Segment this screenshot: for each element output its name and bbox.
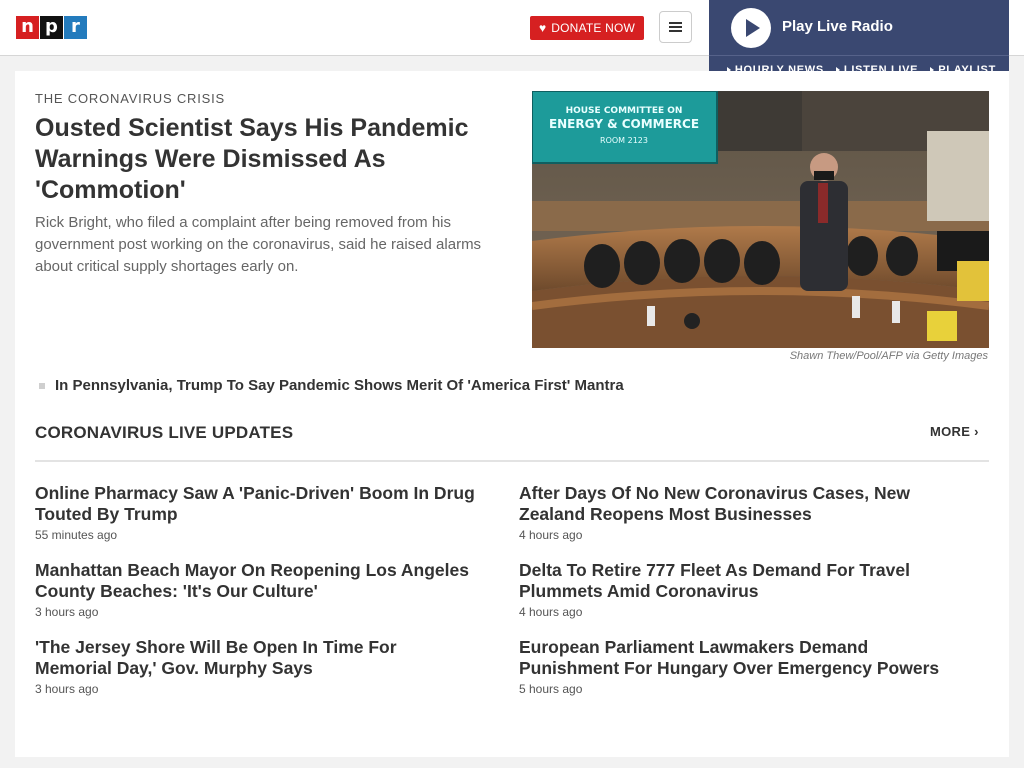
heart-icon: ♥ (538, 21, 547, 35)
hamburger-menu-icon (669, 22, 682, 32)
live-updates-title[interactable]: CORONAVIRUS LIVE UPDATES (35, 423, 293, 443)
donate-label: DONATE NOW (551, 21, 636, 35)
live-update-story[interactable]: European Parliament Lawmakers Demand Pun… (519, 637, 959, 696)
story-timestamp: 5 hours ago (519, 682, 583, 696)
logo-letter-p: p (40, 16, 63, 39)
menu-button[interactable] (659, 11, 692, 43)
main-content-card: THE CORONAVIRUS CRISIS Ousted Scientist … (15, 71, 1009, 757)
logo-letter-r: r (64, 16, 87, 39)
screen-line-1: HOUSE COMMITTEE ON (566, 106, 683, 116)
live-update-story[interactable]: Manhattan Beach Mayor On Reopening Los A… (35, 560, 475, 619)
related-story-link[interactable]: In Pennsylvania, Trump To Say Pandemic S… (35, 377, 624, 394)
radio-divider (709, 55, 1009, 56)
story-timestamp: 3 hours ago (35, 605, 99, 619)
logo-letter-n: n (16, 16, 39, 39)
screen-line-2: ENERGY & COMMERCE (549, 117, 699, 131)
live-update-story[interactable]: Delta To Retire 777 Fleet As Demand For … (519, 560, 959, 619)
story-kicker[interactable]: THE CORONAVIRUS CRISIS (35, 91, 225, 106)
story-timestamp: 55 minutes ago (35, 528, 118, 542)
npr-logo[interactable]: n p r (16, 16, 88, 39)
story-title[interactable]: European Parliament Lawmakers Demand Pun… (519, 637, 959, 679)
live-update-story[interactable]: Online Pharmacy Saw A 'Panic-Driven' Boo… (35, 483, 475, 542)
screen-line-3: ROOM 2123 (600, 136, 648, 145)
photo-credit: Shawn Thew/Pool/AFP via Getty Images (789, 350, 988, 362)
story-title[interactable]: Manhattan Beach Mayor On Reopening Los A… (35, 560, 475, 602)
play-icon[interactable] (731, 8, 771, 48)
story-title[interactable]: 'The Jersey Shore Will Be Open In Time F… (35, 637, 475, 679)
lead-teaser[interactable]: Rick Bright, who filed a complaint after… (35, 212, 495, 278)
story-timestamp: 4 hours ago (519, 605, 583, 619)
section-divider (35, 460, 989, 462)
play-live-radio-label[interactable]: Play Live Radio (782, 18, 893, 35)
live-update-story[interactable]: After Days Of No New Coronavirus Cases, … (519, 483, 959, 542)
story-timestamp: 4 hours ago (519, 528, 583, 542)
related-story-title: In Pennsylvania, Trump To Say Pandemic S… (55, 377, 624, 394)
story-timestamp: 3 hours ago (35, 682, 99, 696)
lead-photo[interactable]: HOUSE COMMITTEE ON ENERGY & COMMERCE ROO… (532, 91, 989, 348)
lead-headline[interactable]: Ousted Scientist Says His Pandemic Warni… (35, 113, 495, 206)
live-update-story[interactable]: 'The Jersey Shore Will Be Open In Time F… (35, 637, 475, 696)
more-link[interactable]: MORE › (930, 424, 979, 439)
story-title[interactable]: Delta To Retire 777 Fleet As Demand For … (519, 560, 959, 602)
story-title[interactable]: After Days Of No New Coronavirus Cases, … (519, 483, 959, 525)
bullet-square-icon (39, 382, 45, 389)
story-title[interactable]: Online Pharmacy Saw A 'Panic-Driven' Boo… (35, 483, 475, 525)
donate-button[interactable]: ♥ DONATE NOW (530, 16, 644, 40)
